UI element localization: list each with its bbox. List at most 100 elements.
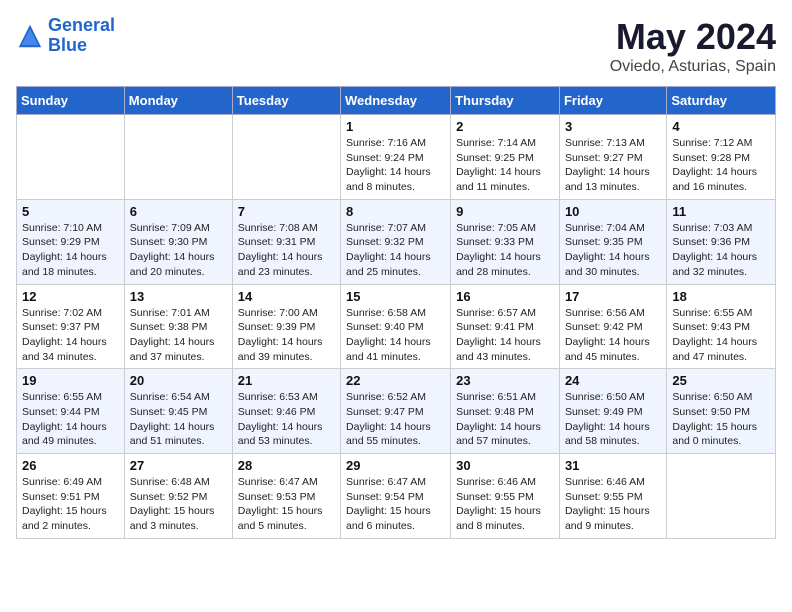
calendar-cell: 27 Sunrise: 6:48 AM Sunset: 9:52 PM Dayli…: [124, 454, 232, 539]
day-number: 18: [672, 289, 770, 304]
day-number: 10: [565, 204, 661, 219]
day-info: Sunrise: 6:47 AM Sunset: 9:54 PM Dayligh…: [346, 475, 445, 534]
day-number: 1: [346, 119, 445, 134]
calendar-cell: 2 Sunrise: 7:14 AM Sunset: 9:25 PM Daylig…: [451, 115, 560, 200]
calendar-cell: 12Sunrise: 7:02 AM Sunset: 9:37 PM Dayli…: [17, 284, 125, 369]
day-info: Sunrise: 6:49 AM Sunset: 9:51 PM Dayligh…: [22, 475, 119, 534]
calendar-cell: 17 Sunrise: 6:56 AM Sunset: 9:42 PM Dayli…: [559, 284, 666, 369]
day-info: Sunrise: 6:57 AM Sunset: 9:41 PM Dayligh…: [456, 306, 554, 365]
calendar-cell: 26 Sunrise: 6:49 AM Sunset: 9:51 PM Dayli…: [17, 454, 125, 539]
calendar-cell: 9 Sunrise: 7:05 AM Sunset: 9:33 PM Daylig…: [451, 199, 560, 284]
day-number: 20: [130, 373, 227, 388]
calendar-cell: 11 Sunrise: 7:03 AM Sunset: 9:36 PM Dayli…: [667, 199, 776, 284]
day-number: 11: [672, 204, 770, 219]
day-info: Sunrise: 7:14 AM Sunset: 9:25 PM Dayligh…: [456, 136, 554, 195]
day-info: Sunrise: 7:04 AM Sunset: 9:35 PM Dayligh…: [565, 221, 661, 280]
calendar-cell: 22Sunrise: 6:52 AM Sunset: 9:47 PM Dayli…: [341, 369, 451, 454]
calendar-cell: 19 Sunrise: 6:55 AM Sunset: 9:44 PM Dayli…: [17, 369, 125, 454]
day-info: Sunrise: 7:10 AM Sunset: 9:29 PM Dayligh…: [22, 221, 119, 280]
header-friday: Friday: [559, 87, 666, 115]
calendar-table: Sunday Monday Tuesday Wednesday Thursday…: [16, 86, 776, 539]
calendar-cell: [232, 115, 340, 200]
day-info: Sunrise: 7:03 AM Sunset: 9:36 PM Dayligh…: [672, 221, 770, 280]
day-number: 22: [346, 373, 445, 388]
day-number: 15: [346, 289, 445, 304]
header-tuesday: Tuesday: [232, 87, 340, 115]
header-wednesday: Wednesday: [341, 87, 451, 115]
day-number: 4: [672, 119, 770, 134]
day-number: 13: [130, 289, 227, 304]
week-row-1: 1 Sunrise: 7:16 AM Sunset: 9:24 PM Daylig…: [17, 115, 776, 200]
day-number: 19: [22, 373, 119, 388]
title-block: May 2024 Oviedo, Asturias, Spain: [610, 16, 776, 76]
day-number: 29: [346, 458, 445, 473]
calendar-cell: 13 Sunrise: 7:01 AM Sunset: 9:38 PM Dayli…: [124, 284, 232, 369]
calendar-cell: 16Sunrise: 6:57 AM Sunset: 9:41 PM Dayli…: [451, 284, 560, 369]
day-info: Sunrise: 7:12 AM Sunset: 9:28 PM Dayligh…: [672, 136, 770, 195]
day-info: Sunrise: 6:47 AM Sunset: 9:53 PM Dayligh…: [238, 475, 335, 534]
header-thursday: Thursday: [451, 87, 560, 115]
calendar-cell: 18 Sunrise: 6:55 AM Sunset: 9:43 PM Dayli…: [667, 284, 776, 369]
location-title: Oviedo, Asturias, Spain: [610, 58, 776, 76]
day-info: Sunrise: 7:07 AM Sunset: 9:32 PM Dayligh…: [346, 221, 445, 280]
calendar-cell: 15 Sunrise: 6:58 AM Sunset: 9:40 PM Dayli…: [341, 284, 451, 369]
day-number: 7: [238, 204, 335, 219]
logo: GeneralBlue: [16, 16, 115, 56]
day-number: 26: [22, 458, 119, 473]
day-info: Sunrise: 6:48 AM Sunset: 9:52 PM Dayligh…: [130, 475, 227, 534]
day-number: 30: [456, 458, 554, 473]
day-info: Sunrise: 6:53 AM Sunset: 9:46 PM Dayligh…: [238, 390, 335, 449]
header-saturday: Saturday: [667, 87, 776, 115]
day-info: Sunrise: 6:55 AM Sunset: 9:44 PM Dayligh…: [22, 390, 119, 449]
logo-text: GeneralBlue: [48, 16, 115, 56]
day-info: Sunrise: 6:58 AM Sunset: 9:40 PM Dayligh…: [346, 306, 445, 365]
calendar-cell: 1 Sunrise: 7:16 AM Sunset: 9:24 PM Daylig…: [341, 115, 451, 200]
day-info: Sunrise: 6:50 AM Sunset: 9:50 PM Dayligh…: [672, 390, 770, 449]
day-info: Sunrise: 7:05 AM Sunset: 9:33 PM Dayligh…: [456, 221, 554, 280]
calendar-cell: 28 Sunrise: 6:47 AM Sunset: 9:53 PM Dayli…: [232, 454, 340, 539]
day-number: 23: [456, 373, 554, 388]
day-number: 27: [130, 458, 227, 473]
day-number: 28: [238, 458, 335, 473]
calendar-cell: [667, 454, 776, 539]
day-number: 3: [565, 119, 661, 134]
calendar-cell: 31Sunrise: 6:46 AM Sunset: 9:55 PM Dayli…: [559, 454, 666, 539]
day-info: Sunrise: 7:08 AM Sunset: 9:31 PM Dayligh…: [238, 221, 335, 280]
day-info: Sunrise: 6:51 AM Sunset: 9:48 PM Dayligh…: [456, 390, 554, 449]
day-number: 17: [565, 289, 661, 304]
calendar-cell: 23 Sunrise: 6:51 AM Sunset: 9:48 PM Dayli…: [451, 369, 560, 454]
calendar-cell: [17, 115, 125, 200]
header-monday: Monday: [124, 87, 232, 115]
day-info: Sunrise: 6:46 AM Sunset: 9:55 PM Dayligh…: [565, 475, 661, 534]
month-title: May 2024: [610, 16, 776, 58]
calendar-cell: 10 Sunrise: 7:04 AM Sunset: 9:35 PM Dayli…: [559, 199, 666, 284]
calendar-cell: [124, 115, 232, 200]
day-number: 24: [565, 373, 661, 388]
calendar-cell: 29 Sunrise: 6:47 AM Sunset: 9:54 PM Dayli…: [341, 454, 451, 539]
day-info: Sunrise: 7:16 AM Sunset: 9:24 PM Dayligh…: [346, 136, 445, 195]
day-info: Sunrise: 7:00 AM Sunset: 9:39 PM Dayligh…: [238, 306, 335, 365]
day-number: 14: [238, 289, 335, 304]
weekday-header-row: Sunday Monday Tuesday Wednesday Thursday…: [17, 87, 776, 115]
logo-icon: [16, 22, 44, 50]
calendar-cell: 6Sunrise: 7:09 AM Sunset: 9:30 PM Daylig…: [124, 199, 232, 284]
calendar-cell: 14 Sunrise: 7:00 AM Sunset: 9:39 PM Dayli…: [232, 284, 340, 369]
day-info: Sunrise: 6:55 AM Sunset: 9:43 PM Dayligh…: [672, 306, 770, 365]
calendar-cell: 24Sunrise: 6:50 AM Sunset: 9:49 PM Dayli…: [559, 369, 666, 454]
week-row-5: 26 Sunrise: 6:49 AM Sunset: 9:51 PM Dayli…: [17, 454, 776, 539]
week-row-4: 19 Sunrise: 6:55 AM Sunset: 9:44 PM Dayli…: [17, 369, 776, 454]
day-number: 9: [456, 204, 554, 219]
calendar-cell: 5 Sunrise: 7:10 AM Sunset: 9:29 PM Daylig…: [17, 199, 125, 284]
day-info: Sunrise: 7:01 AM Sunset: 9:38 PM Dayligh…: [130, 306, 227, 365]
day-number: 2: [456, 119, 554, 134]
day-number: 5: [22, 204, 119, 219]
calendar-cell: 21Sunrise: 6:53 AM Sunset: 9:46 PM Dayli…: [232, 369, 340, 454]
day-number: 12: [22, 289, 119, 304]
week-row-3: 12Sunrise: 7:02 AM Sunset: 9:37 PM Dayli…: [17, 284, 776, 369]
day-info: Sunrise: 6:56 AM Sunset: 9:42 PM Dayligh…: [565, 306, 661, 365]
day-info: Sunrise: 6:46 AM Sunset: 9:55 PM Dayligh…: [456, 475, 554, 534]
week-row-2: 5 Sunrise: 7:10 AM Sunset: 9:29 PM Daylig…: [17, 199, 776, 284]
day-number: 25: [672, 373, 770, 388]
day-info: Sunrise: 6:54 AM Sunset: 9:45 PM Dayligh…: [130, 390, 227, 449]
calendar-cell: 7 Sunrise: 7:08 AM Sunset: 9:31 PM Daylig…: [232, 199, 340, 284]
